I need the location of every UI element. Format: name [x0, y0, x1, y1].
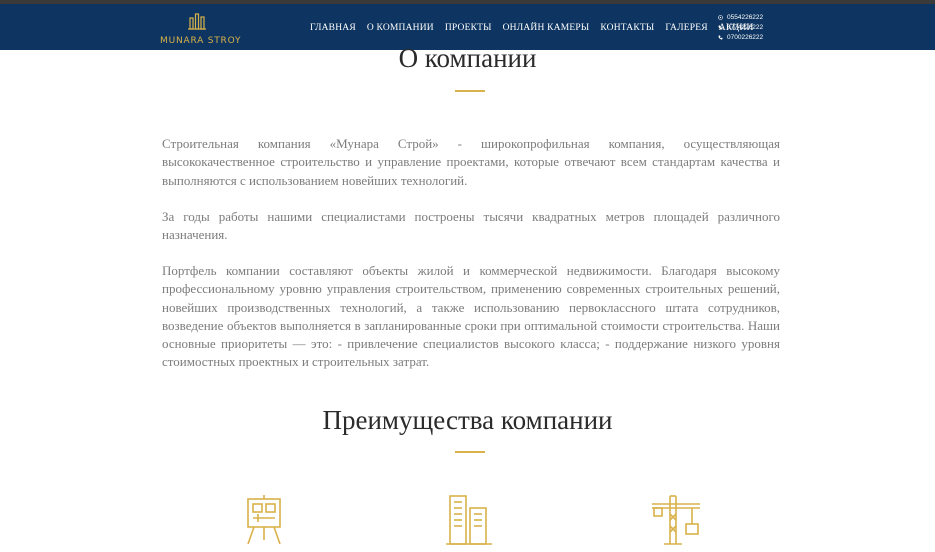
about-paragraph-3: Портфель компании составляют объекты жил…: [162, 263, 780, 370]
about-title-underline: [455, 90, 485, 92]
advantages-title-underline: [455, 451, 485, 453]
nav-item-about[interactable]: О КОМПАНИИ: [367, 23, 434, 33]
phone-item[interactable]: 0774226222: [718, 22, 763, 32]
main-nav: ГЛАВНАЯ О КОМПАНИИ ПРОЕКТЫ ОНЛАЙН КАМЕРЫ…: [310, 23, 765, 33]
phone-number: 0700226222: [727, 33, 764, 41]
about-title: О компании: [398, 43, 537, 73]
about-paragraph-1: Строительная компания «Мунара Строй» - ш…: [162, 136, 780, 188]
phone-icon: [718, 35, 723, 39]
blueprint-easel-icon: [247, 495, 281, 545]
nav-item-home[interactable]: ГЛАВНАЯ: [310, 23, 356, 33]
nav-item-cameras[interactable]: ОНЛАЙН КАМЕРЫ: [503, 23, 590, 33]
logo[interactable]: MUNARA STROY: [160, 12, 241, 46]
phone-item[interactable]: 0700226222: [718, 32, 763, 42]
phone-number: 0774226222: [727, 23, 764, 31]
nav-item-projects[interactable]: ПРОЕКТЫ: [445, 23, 492, 33]
crane-icon: [652, 495, 700, 545]
nav-item-gallery[interactable]: ГАЛЕРЕЯ: [665, 23, 707, 33]
phone-number: 0554226222: [727, 13, 764, 21]
logo-buildings-icon: [188, 13, 206, 30]
nav-item-contacts[interactable]: КОНТАКТЫ: [600, 23, 654, 33]
whatsapp-icon: [718, 14, 723, 20]
about-paragraph-2: За годы работы нашими специалистами пост…: [162, 209, 780, 243]
phone-item[interactable]: 0554226222: [718, 12, 763, 22]
phone-icon: [718, 25, 723, 29]
buildings-icon: [446, 495, 492, 545]
advantages-title: Преимущества компании: [322, 405, 613, 435]
phone-list: 0554226222 0774226222 0700226222: [718, 12, 763, 42]
